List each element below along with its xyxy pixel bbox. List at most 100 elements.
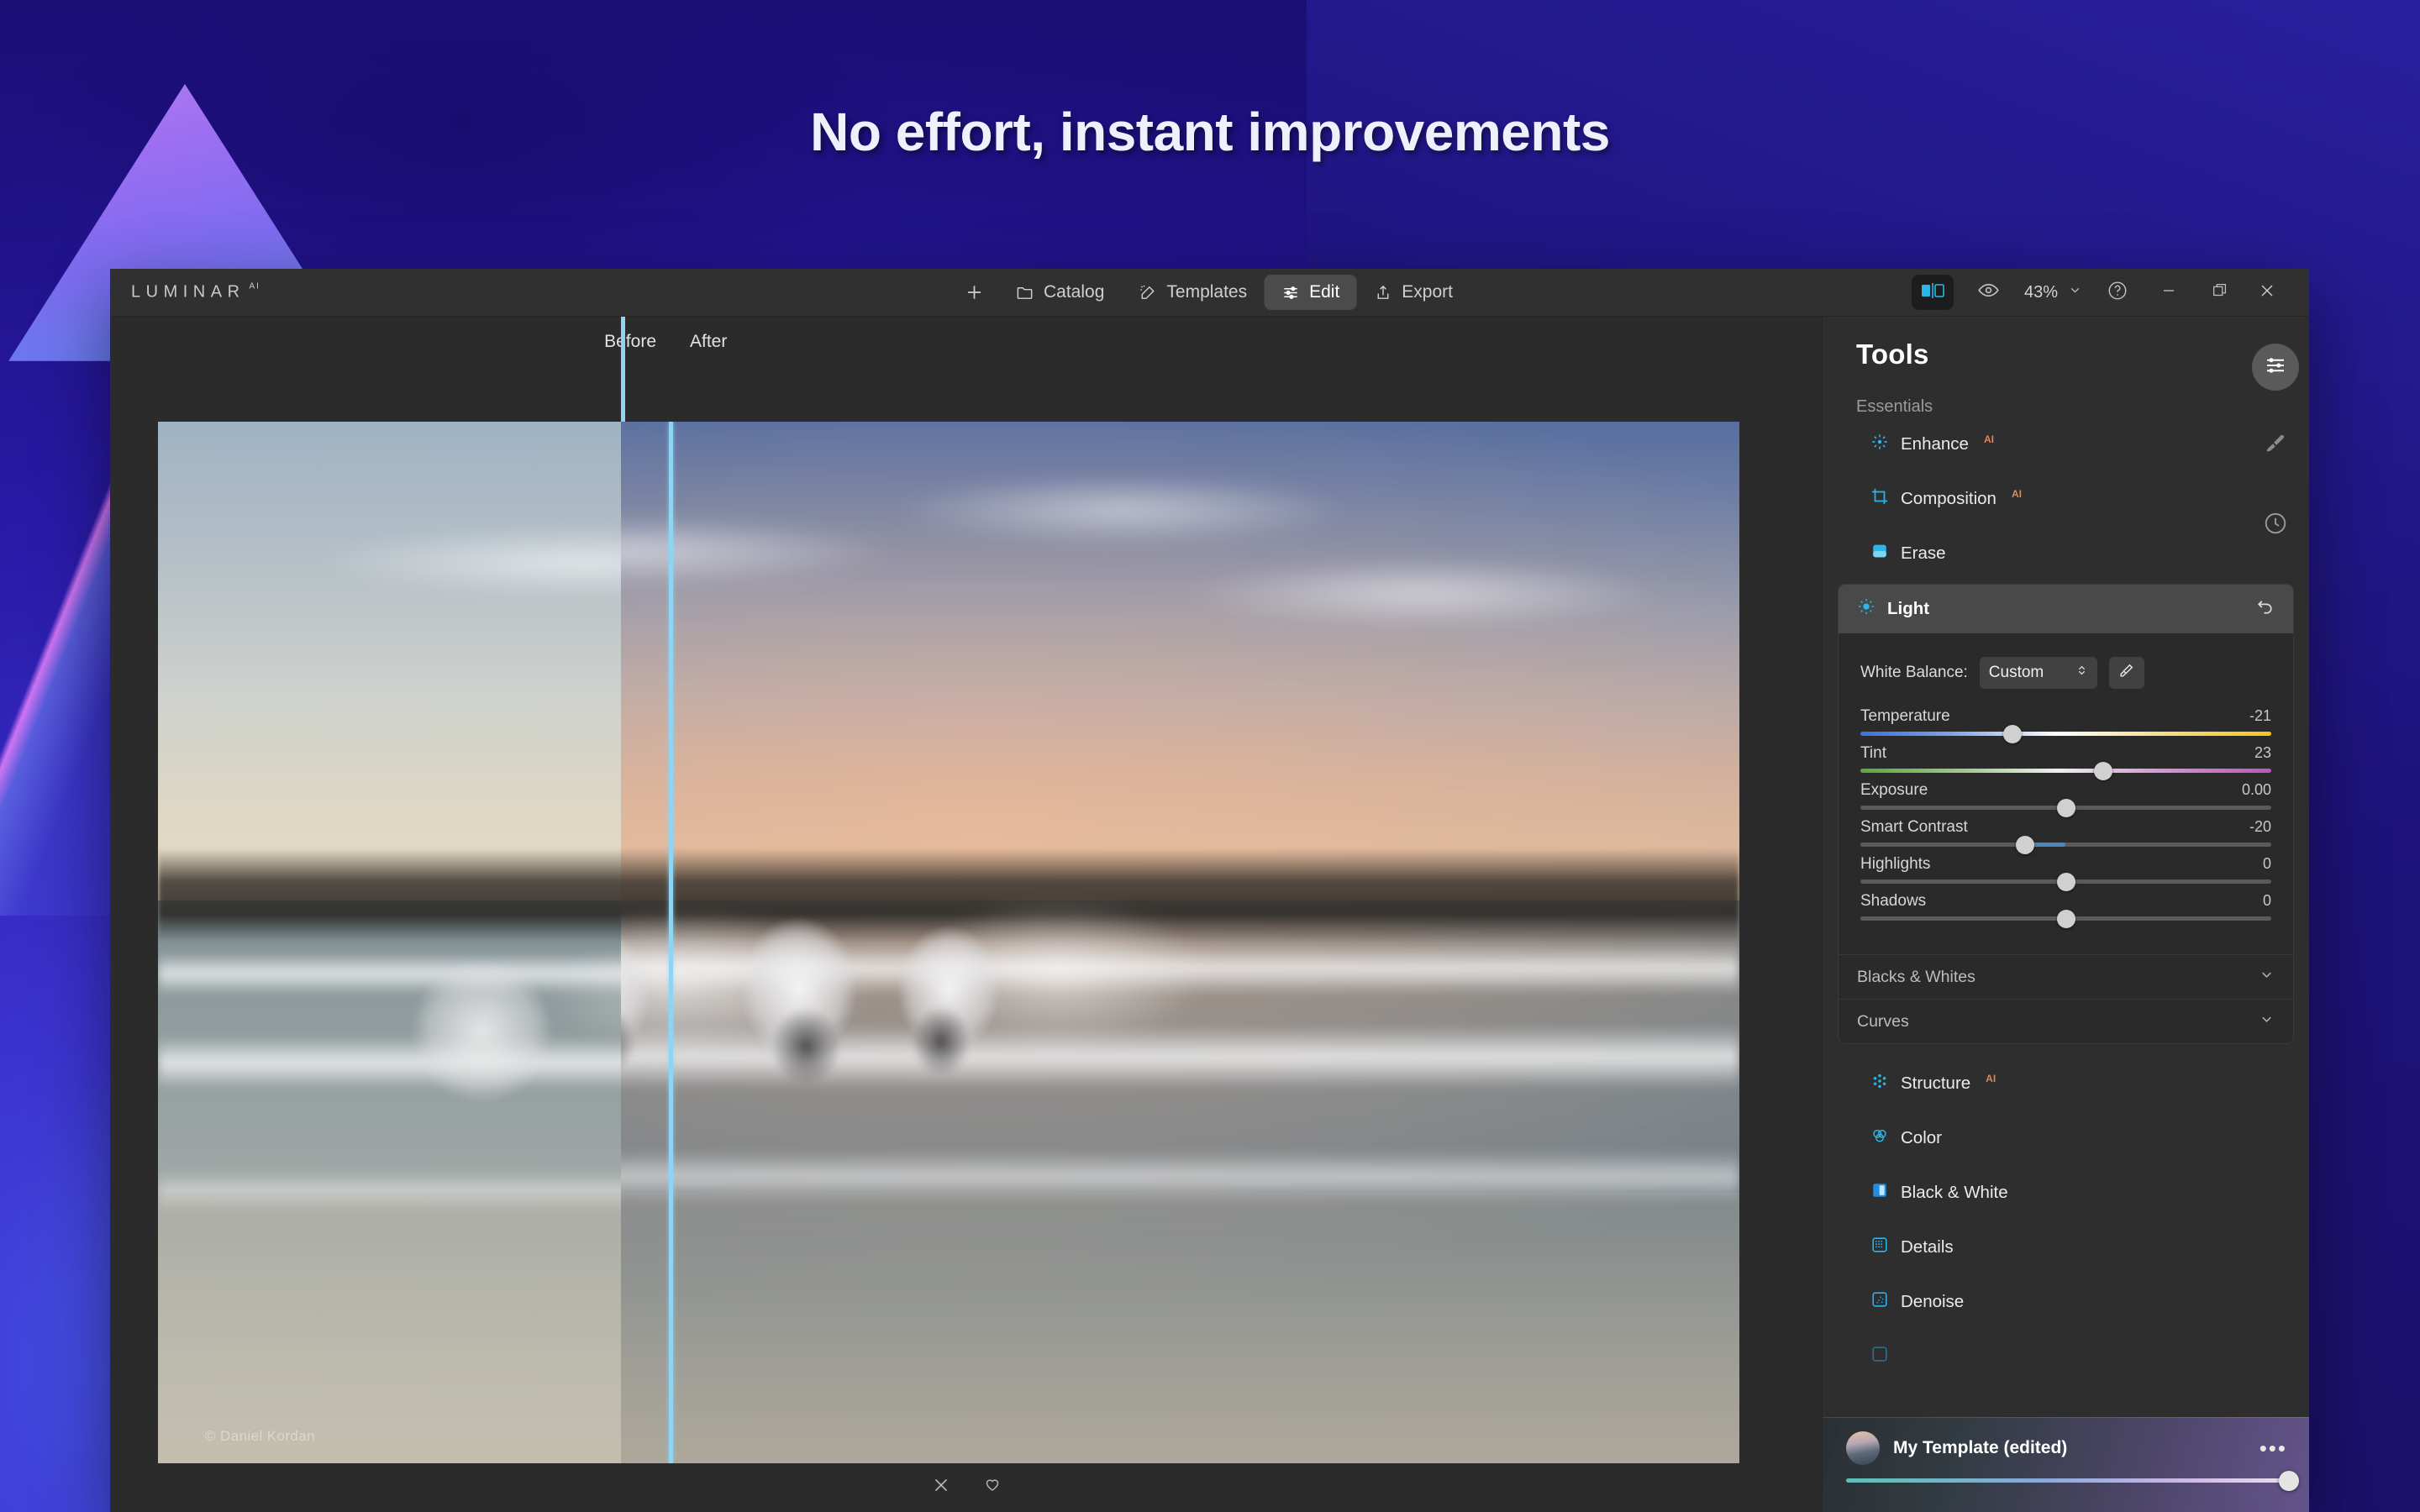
app-body: Before After © Daniel Kordan Tools Essen… [110,317,2309,1512]
tool-item-denoise[interactable]: Denoise [1823,1274,2309,1329]
light-panel-header[interactable]: Light [1839,585,2293,633]
color-wheel-icon [1870,1126,1889,1150]
reject-photo-button[interactable] [930,1474,952,1500]
tool-item-enhance[interactable]: Enhance AI [1823,417,2309,471]
tool-item-partial[interactable] [1823,1329,2309,1383]
erase-icon [1870,542,1889,565]
template-row[interactable]: My Template (edited) ••• [1823,1418,2309,1478]
white-balance-select[interactable]: Custom [1979,657,2097,689]
favorite-photo-button[interactable] [982,1474,1002,1500]
undo-icon[interactable] [2255,596,2276,622]
zoom-level-control[interactable]: 43% [2012,283,2094,302]
slider-smart-contrast[interactable]: Smart Contrast -20 [1860,818,2271,854]
white-balance-value: Custom [1988,664,2044,681]
slider-thumb[interactable] [2056,872,2075,891]
tool-label: Details [1901,1236,1954,1257]
folder-icon [1015,283,1034,302]
white-balance-row: White Balance: Custom [1860,657,2275,689]
white-balance-label: White Balance: [1860,664,1968,681]
eyedropper-button[interactable] [2108,657,2144,689]
tab-edit-label: Edit [1309,282,1340,302]
compare-view-button[interactable] [1911,275,1954,310]
slider-shadows[interactable]: Shadows 0 [1860,892,2271,928]
tool-item-color[interactable]: Color [1823,1110,2309,1165]
rail-brush-button[interactable] [2252,423,2299,470]
slider-exposure[interactable]: Exposure 0.00 [1860,781,2271,817]
tab-add[interactable] [950,274,998,311]
slider-thumb[interactable] [2056,909,2075,928]
after-label: After [690,332,728,351]
tool-item-erase[interactable]: Erase [1823,526,2309,580]
tool-item-details[interactable]: Details [1823,1220,2309,1274]
slider-temperature[interactable]: Temperature -21 [1860,707,2271,743]
close-icon [2257,281,2277,305]
tab-export-label: Export [1402,282,1453,302]
minimize-button[interactable] [2141,274,2196,311]
slider-tint[interactable]: Tint 23 [1860,744,2271,780]
close-button[interactable] [2244,274,2291,311]
section-label: Blacks & Whites [1857,967,1975,986]
tool-item-structure[interactable]: Structure AI [1823,1056,2309,1110]
section-blacks-and-whites[interactable]: Blacks & Whites [1839,954,2293,999]
before-label: Before [604,332,656,351]
slider-track[interactable] [1860,872,2271,891]
tab-export[interactable]: Export [1356,275,1470,310]
tab-edit[interactable]: Edit [1264,275,1357,310]
slider-highlights[interactable]: Highlights 0 [1860,855,2271,891]
slider-label: Exposure [1860,781,1928,799]
zoom-level-value: 43% [2023,282,2058,302]
tab-catalog[interactable]: Catalog [998,275,1121,310]
app-logo-ai: AI [249,281,260,291]
slider-thumb[interactable] [2093,761,2112,780]
tools-panel-header: Tools [1823,317,2309,370]
tool-label: Structure [1901,1073,1971,1093]
brush-icon [2263,432,2288,461]
compare-divider[interactable] [669,422,673,1463]
photo-preview: © Daniel Kordan [158,422,1739,1463]
slider-label: Tint [1860,744,1886,762]
section-label: Curves [1857,1011,1909,1031]
slider-track[interactable] [1860,761,2271,780]
chevron-down-icon [2259,1011,2275,1032]
partial-tool-icon [1870,1345,1889,1368]
slider-track[interactable] [1860,798,2271,817]
slider-thumb[interactable] [2279,1470,2299,1491]
tab-templates[interactable]: Templates [1121,275,1264,310]
before-after-labels: Before After [110,317,1822,365]
tool-item-black-and-white[interactable]: Black & White [1823,1165,2309,1220]
template-name: My Template (edited) [1893,1438,2068,1457]
tool-item-composition[interactable]: Composition AI [1823,471,2309,526]
structure-icon [1870,1072,1889,1095]
tab-catalog-label: Catalog [1044,282,1105,302]
light-tool-panel: Light White Balance: Custom Temperature … [1838,584,2294,1044]
denoise-icon [1870,1290,1889,1314]
help-circle-icon [2107,280,2128,306]
section-curves[interactable]: Curves [1839,999,2293,1043]
slider-track[interactable] [1860,835,2271,854]
slider-track[interactable] [1860,724,2271,743]
details-icon [1870,1236,1889,1259]
main-nav-tabs: Catalog Templates Edit Export [950,274,1470,311]
title-bar: LUMINAR AI Catalog Templates Edit Export… [110,269,2309,317]
slider-value: -21 [2249,707,2271,724]
slider-track[interactable] [1860,909,2271,928]
slider-thumb[interactable] [2056,798,2075,817]
rail-edit-button[interactable] [2252,344,2299,391]
help-button[interactable] [2094,274,2141,311]
tool-label: Composition [1901,488,1996,508]
compare-divider-top[interactable] [621,317,625,422]
slider-thumb[interactable] [2002,724,2022,743]
rail-history-button[interactable] [2252,501,2299,549]
restore-button[interactable] [2196,274,2244,311]
minimize-icon [2159,281,2179,305]
light-panel-title: Light [1887,599,1930,618]
preview-toggle-button[interactable] [1965,274,2012,311]
template-amount-slider[interactable] [1846,1470,2299,1491]
more-dots-icon[interactable]: ••• [2260,1436,2287,1459]
black-white-icon [1870,1181,1889,1205]
photo-before-image [158,422,621,1463]
slider-thumb[interactable] [2015,835,2034,854]
app-logo: LUMINAR AI [131,281,260,302]
slider-label: Smart Contrast [1860,818,1968,836]
eyedropper-icon [2118,663,2134,683]
